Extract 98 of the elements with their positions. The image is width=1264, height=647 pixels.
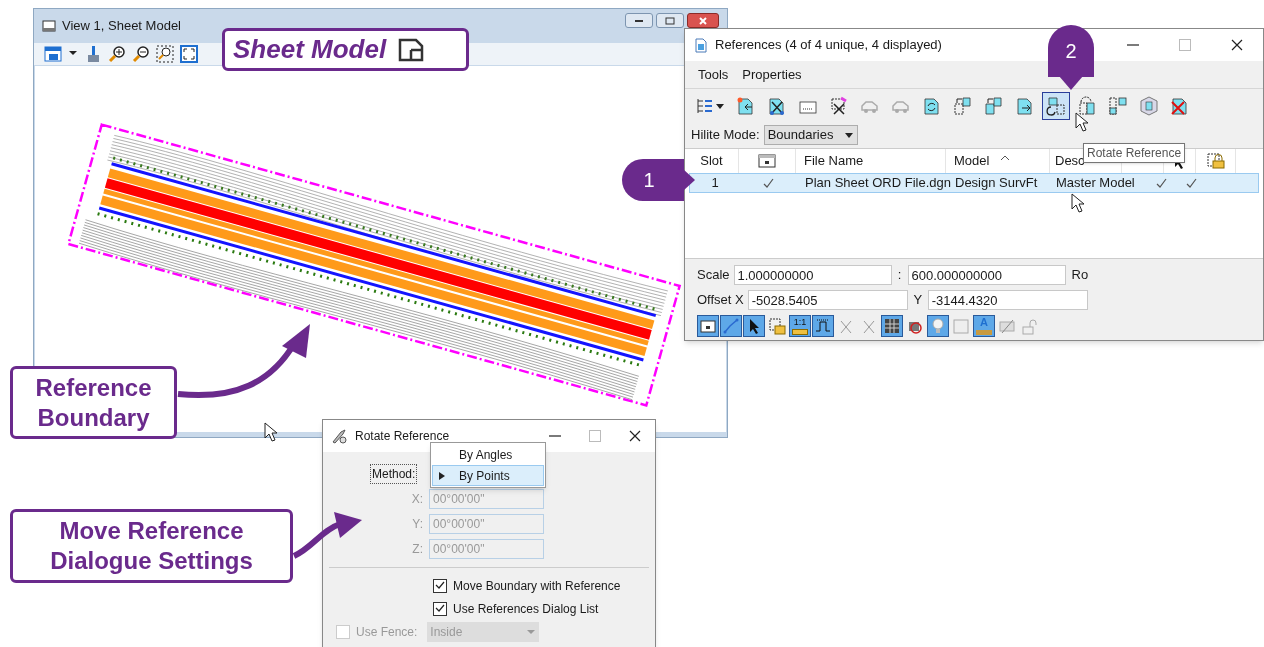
- window-icon: [42, 20, 56, 32]
- menu-item[interactable]: By Points: [432, 465, 544, 486]
- view-attributes-icon[interactable]: [44, 45, 62, 63]
- field-label: Offset X: [697, 291, 744, 310]
- align-icon: [1108, 96, 1128, 116]
- locate-toggle[interactable]: [743, 315, 765, 337]
- display-icon: [699, 317, 717, 335]
- close-icon: [698, 15, 708, 26]
- callout-text: Sheet Model: [233, 33, 387, 66]
- snap-toggle[interactable]: [720, 315, 742, 337]
- tooltip: Rotate Reference: [1083, 143, 1186, 163]
- pencil-icon: [998, 317, 1016, 335]
- pointer-tip-icon: [683, 169, 695, 191]
- unlock-icon: [1021, 317, 1039, 335]
- rotate-icon: [1046, 96, 1066, 116]
- reference-row[interactable]: 1 Plan Sheet ORD File.dgn Design SurvFt Master Model: [689, 173, 1259, 193]
- checkbox-label: Move Boundary with Reference: [453, 577, 621, 595]
- move-icon: [953, 96, 973, 116]
- input-field[interactable]: -3144.4320: [927, 290, 1088, 310]
- pointer-tip-icon: [1059, 76, 1083, 90]
- rotate-tool-button[interactable]: [1042, 92, 1070, 120]
- sheet-icon: [398, 37, 425, 62]
- true-scale-toggle[interactable]: 1:1: [789, 315, 811, 337]
- light-bulb-toggle[interactable]: [927, 315, 949, 337]
- field-label: Ro: [1071, 266, 1089, 285]
- maximize-icon: [1178, 38, 1192, 52]
- window-title: View 1, Sheet Model: [62, 17, 181, 36]
- checkbox-label: Use References Dialog List: [453, 600, 599, 618]
- checkbox-label: Use Fence:: [356, 623, 418, 641]
- menu-item[interactable]: By Angles: [432, 444, 544, 465]
- close-icon: [1230, 38, 1244, 52]
- caret-icon: [715, 101, 725, 111]
- maximize-icon: [588, 429, 602, 443]
- checkbox[interactable]: [433, 601, 447, 616]
- scale-icon: [1015, 96, 1035, 116]
- hilite-mode-dropdown[interactable]: Boundaries: [763, 125, 858, 145]
- scissors-icon: [767, 96, 787, 116]
- lock-icon: [1206, 153, 1225, 169]
- close-button[interactable]: [687, 13, 719, 28]
- line-style-toggle[interactable]: [812, 315, 834, 337]
- table-cell-text: 1: [710, 174, 720, 193]
- lock-toggle[interactable]: [766, 315, 788, 337]
- delete-icon: [1170, 96, 1190, 116]
- separator-text: :: [896, 266, 903, 285]
- check-icon: [435, 604, 445, 613]
- sort-icon: [999, 153, 1012, 163]
- fit-view-icon[interactable]: [180, 45, 198, 63]
- field-label: Y:: [411, 515, 423, 533]
- mouse-pointer-icon: [1071, 193, 1085, 213]
- lock-icon: [768, 317, 786, 335]
- wrench-gear-icon: [331, 428, 349, 444]
- window-area-icon[interactable]: [156, 45, 174, 63]
- mirror-icon: [1077, 96, 1097, 116]
- window-title: References (4 of 4 unique, 4 displayed): [715, 36, 942, 55]
- grid-icon: [883, 317, 901, 335]
- field-label: X:: [410, 490, 423, 508]
- callout-text: Move Reference Dialogue Settings: [10, 509, 293, 583]
- field-label: Hilite Mode:: [691, 126, 760, 145]
- caret-icon: [843, 131, 854, 139]
- table-cell: Master Model: [1056, 175, 1135, 191]
- restore-icon: [665, 16, 675, 25]
- callout-arrow: [292, 512, 362, 559]
- zoom-out-icon[interactable]: [132, 45, 150, 63]
- minimize-button[interactable]: [625, 13, 653, 28]
- window-title: Rotate Reference: [355, 428, 450, 445]
- display-icon: [758, 154, 776, 168]
- display-frame-icon: [952, 317, 970, 335]
- menu-item[interactable]: Tools: [698, 64, 729, 85]
- check-icon: [435, 581, 445, 590]
- clip-icon: [829, 96, 849, 116]
- field-label: Scale: [697, 266, 730, 285]
- display-toggle[interactable]: [697, 315, 719, 337]
- snap-icon: [722, 317, 740, 335]
- input-field[interactable]: -5028.5405: [747, 290, 908, 310]
- text-style-icon: [976, 329, 992, 335]
- caret-icon: [526, 628, 537, 635]
- menu-item[interactable]: Properties: [742, 64, 802, 85]
- callout-text: Reference Boundary: [10, 366, 177, 439]
- zoom-in-icon[interactable]: [108, 45, 126, 63]
- light-bulb-icon: [929, 317, 947, 335]
- exchange-icon: [922, 96, 942, 116]
- input-field[interactable]: 1.000000000: [733, 265, 892, 285]
- bullet-icon: [439, 471, 445, 480]
- document-icon: [695, 37, 707, 53]
- tree-icon: [695, 96, 715, 116]
- true-scale-icon: [792, 329, 808, 335]
- mouse-pointer-icon: [1075, 112, 1089, 132]
- cube-icon: [1139, 96, 1159, 116]
- checkbox[interactable]: [433, 578, 447, 593]
- close-icon: [628, 429, 642, 443]
- attach-icon: [736, 96, 756, 116]
- field-label: Z:: [411, 540, 423, 558]
- field-label: Y: [912, 291, 924, 310]
- line-style-icon: [814, 317, 832, 335]
- copy-icon: [984, 96, 1004, 116]
- grid-toggle[interactable]: [881, 315, 903, 337]
- field-label: Method:: [370, 464, 418, 484]
- input-field[interactable]: 600.000000000: [907, 265, 1066, 285]
